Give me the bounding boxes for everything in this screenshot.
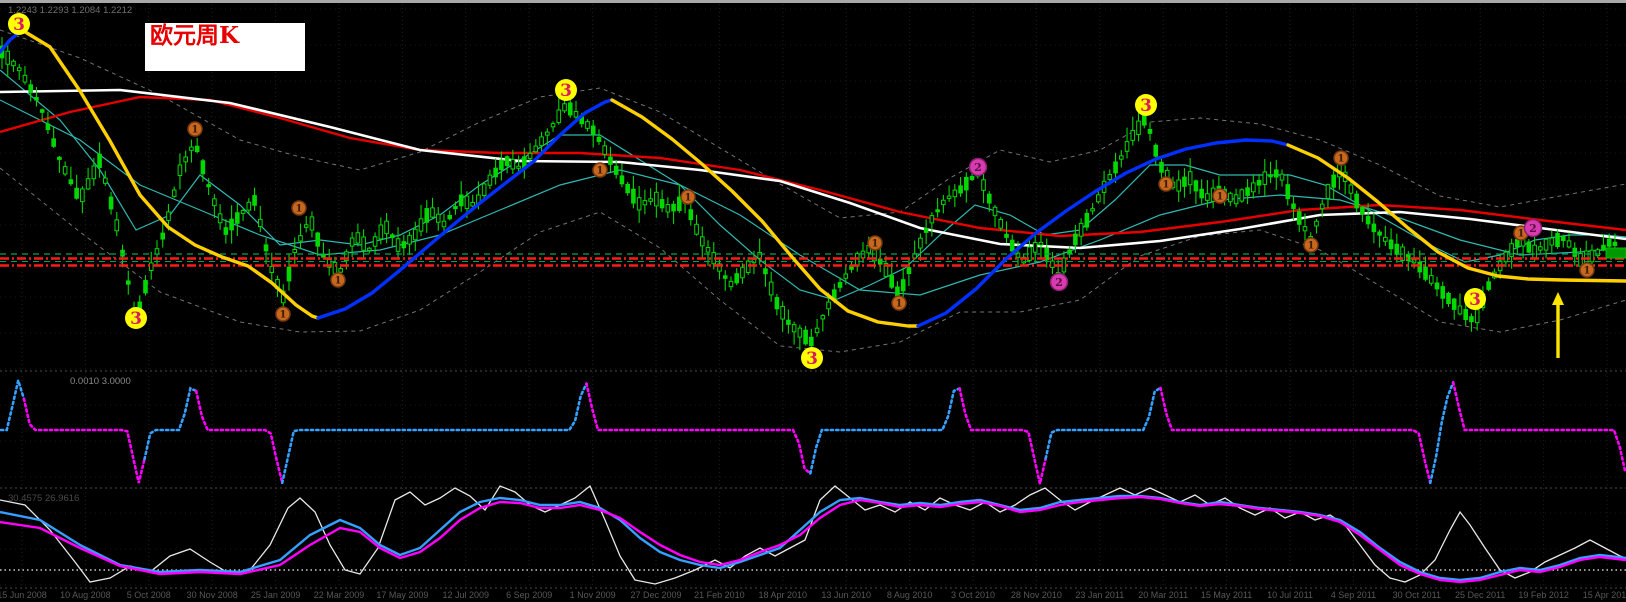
svg-text:1: 1 <box>896 299 903 310</box>
trading-chart-window: 1.2243 1.2293 1.2084 1.2212 0.0010 3.0000… <box>0 0 1626 602</box>
svg-text:1: 1 <box>1163 180 1170 191</box>
svg-text:10 Jul 2011: 10 Jul 2011 <box>1267 590 1313 600</box>
svg-text:2: 2 <box>1055 276 1063 289</box>
svg-text:6 Sep 2009: 6 Sep 2009 <box>506 590 552 600</box>
svg-text:25 Jan 2009: 25 Jan 2009 <box>251 590 301 600</box>
svg-text:15 Jun 2008: 15 Jun 2008 <box>0 590 47 600</box>
svg-text:1: 1 <box>296 204 303 215</box>
svg-text:25 Dec 2011: 25 Dec 2011 <box>1455 590 1505 600</box>
chart-canvas[interactable]: 1.2243 1.2293 1.2084 1.2212 0.0010 3.0000… <box>0 0 1626 602</box>
svg-text:1: 1 <box>192 125 199 136</box>
svg-text:1: 1 <box>1584 266 1591 277</box>
svg-text:12 Jul 2009: 12 Jul 2009 <box>443 590 490 600</box>
svg-text:3: 3 <box>806 349 818 369</box>
svg-text:1: 1 <box>1308 241 1315 252</box>
chart-title-label[interactable]: 欧元周K <box>145 23 305 71</box>
svg-text:30 Nov 2008: 30 Nov 2008 <box>187 590 238 600</box>
svg-text:28 Nov 2010: 28 Nov 2010 <box>1011 590 1062 600</box>
svg-text:15 May 2011: 15 May 2011 <box>1201 590 1252 600</box>
svg-text:18 Apr 2010: 18 Apr 2010 <box>759 590 808 600</box>
svg-text:2: 2 <box>974 161 982 174</box>
svg-text:27 Dec 2009: 27 Dec 2009 <box>630 590 681 600</box>
chart-title-text: 欧元周K <box>150 22 239 49</box>
svg-text:19 Feb 2012: 19 Feb 2012 <box>1518 590 1569 600</box>
svg-text:1: 1 <box>1217 192 1224 203</box>
toolbar-edge <box>0 0 1626 3</box>
svg-text:5 Oct 2008: 5 Oct 2008 <box>127 590 171 600</box>
svg-text:8 Aug 2010: 8 Aug 2010 <box>887 590 933 600</box>
svg-text:3: 3 <box>1469 290 1481 310</box>
svg-text:30.4575 26.9616: 30.4575 26.9616 <box>8 493 79 504</box>
svg-text:3: 3 <box>13 15 25 35</box>
svg-text:3 Oct 2010: 3 Oct 2010 <box>951 590 995 600</box>
svg-text:0.0010 3.0000: 0.0010 3.0000 <box>70 376 131 387</box>
svg-text:15 Apr 2012: 15 Apr 2012 <box>1583 590 1626 600</box>
svg-text:2: 2 <box>1529 222 1537 235</box>
svg-text:1: 1 <box>335 276 342 287</box>
svg-text:1: 1 <box>280 310 287 321</box>
svg-text:10 Aug 2008: 10 Aug 2008 <box>60 590 111 600</box>
svg-text:20 Mar 2011: 20 Mar 2011 <box>1138 590 1188 600</box>
svg-text:1: 1 <box>685 193 692 204</box>
svg-text:30 Oct 2011: 30 Oct 2011 <box>1393 590 1441 600</box>
svg-text:1.2243 1.2293 1.2084 1.2212: 1.2243 1.2293 1.2084 1.2212 <box>8 5 132 16</box>
svg-text:3: 3 <box>1140 96 1152 116</box>
svg-text:13 Jun 2010: 13 Jun 2010 <box>821 590 871 600</box>
svg-text:4 Sep 2011: 4 Sep 2011 <box>1331 590 1376 600</box>
svg-text:1: 1 <box>872 239 879 250</box>
svg-text:1: 1 <box>1518 229 1525 240</box>
svg-text:1: 1 <box>1338 154 1345 165</box>
svg-text:21 Feb 2010: 21 Feb 2010 <box>694 590 745 600</box>
svg-text:22 Mar 2009: 22 Mar 2009 <box>314 590 365 600</box>
svg-text:3: 3 <box>130 309 142 329</box>
price-tag <box>1605 247 1626 259</box>
svg-text:3: 3 <box>560 81 572 101</box>
svg-text:23 Jan 2011: 23 Jan 2011 <box>1075 590 1124 600</box>
svg-text:1 Nov 2009: 1 Nov 2009 <box>570 590 616 600</box>
svg-text:1: 1 <box>597 166 604 177</box>
svg-text:17 May 2009: 17 May 2009 <box>376 590 428 600</box>
